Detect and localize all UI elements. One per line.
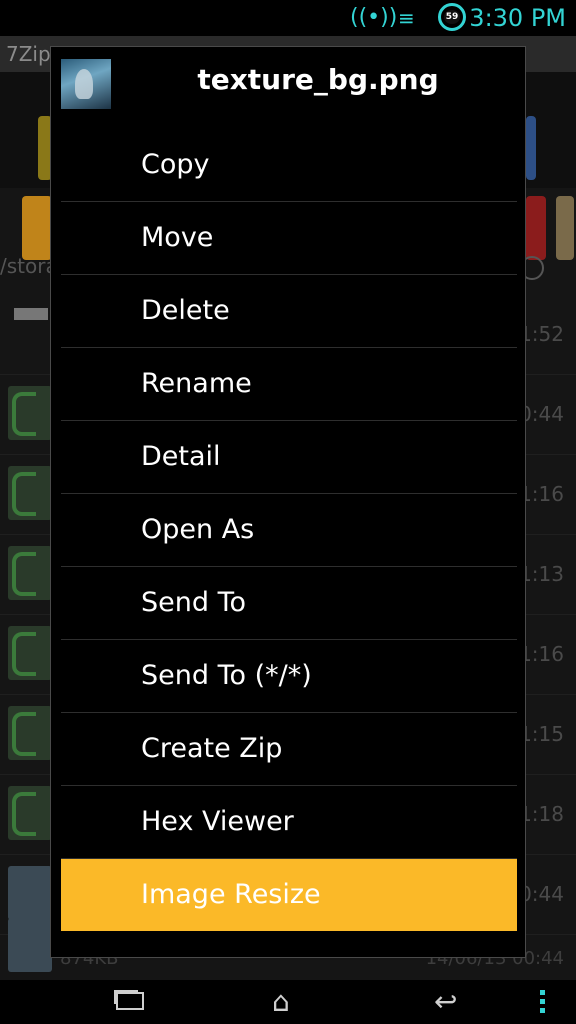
menu-item-open-as[interactable]: Open As <box>61 494 517 567</box>
toolbar-button <box>22 196 52 260</box>
menu-item-detail[interactable]: Detail <box>61 421 517 494</box>
signal-bars-icon: ≡ <box>398 6 415 30</box>
menu-item-rename[interactable]: Rename <box>61 348 517 421</box>
menu-item-image-resize[interactable]: Image Resize <box>61 859 517 931</box>
image-thumbnail-icon <box>61 59 111 109</box>
battery-level: 59 <box>444 10 460 24</box>
menu-item-move[interactable]: Move <box>61 202 517 275</box>
file-thumbnail-icon <box>8 626 52 680</box>
clock: 3:30 PM <box>469 4 566 32</box>
wireless-signal-icon: ((•)) <box>350 5 398 30</box>
menu-item-delete[interactable]: Delete <box>61 275 517 348</box>
context-menu: Copy Move Delete Rename Detail Open As S… <box>61 129 517 931</box>
toolbar-button <box>526 196 546 260</box>
status-bar: ((•)) ≡ 59 3:30 PM <box>0 0 576 36</box>
toolbar-button <box>526 116 536 180</box>
image-thumbnail-icon <box>8 918 52 972</box>
back-icon[interactable]: ↩ <box>434 986 457 1018</box>
image-thumbnail-icon <box>8 866 52 920</box>
recent-apps-icon[interactable] <box>116 992 144 1010</box>
dialog-header: texture_bg.png <box>51 47 525 123</box>
file-thumbnail-icon <box>8 466 52 520</box>
menu-item-copy[interactable]: Copy <box>61 129 517 202</box>
menu-item-hex-viewer[interactable]: Hex Viewer <box>61 786 517 859</box>
folder-icon <box>14 308 48 320</box>
scroll-right-button <box>556 196 574 260</box>
file-context-dialog: texture_bg.png Copy Move Delete Rename D… <box>50 46 526 958</box>
file-thumbnail-icon <box>8 786 52 840</box>
navigation-bar: ⌂ ↩ <box>0 980 576 1024</box>
file-thumbnail-icon <box>8 706 52 760</box>
menu-item-send-to-any[interactable]: Send To (*/*) <box>61 640 517 713</box>
file-thumbnail-icon <box>8 386 52 440</box>
dialog-title: texture_bg.png <box>197 63 439 96</box>
battery-icon: 59 <box>438 3 466 31</box>
menu-dots-icon[interactable] <box>540 990 546 1017</box>
file-thumbnail-icon <box>8 546 52 600</box>
menu-item-send-to[interactable]: Send To <box>61 567 517 640</box>
app-title: 7Zip <box>6 42 51 66</box>
menu-item-create-zip[interactable]: Create Zip <box>61 713 517 786</box>
home-icon[interactable]: ⌂ <box>272 986 290 1018</box>
